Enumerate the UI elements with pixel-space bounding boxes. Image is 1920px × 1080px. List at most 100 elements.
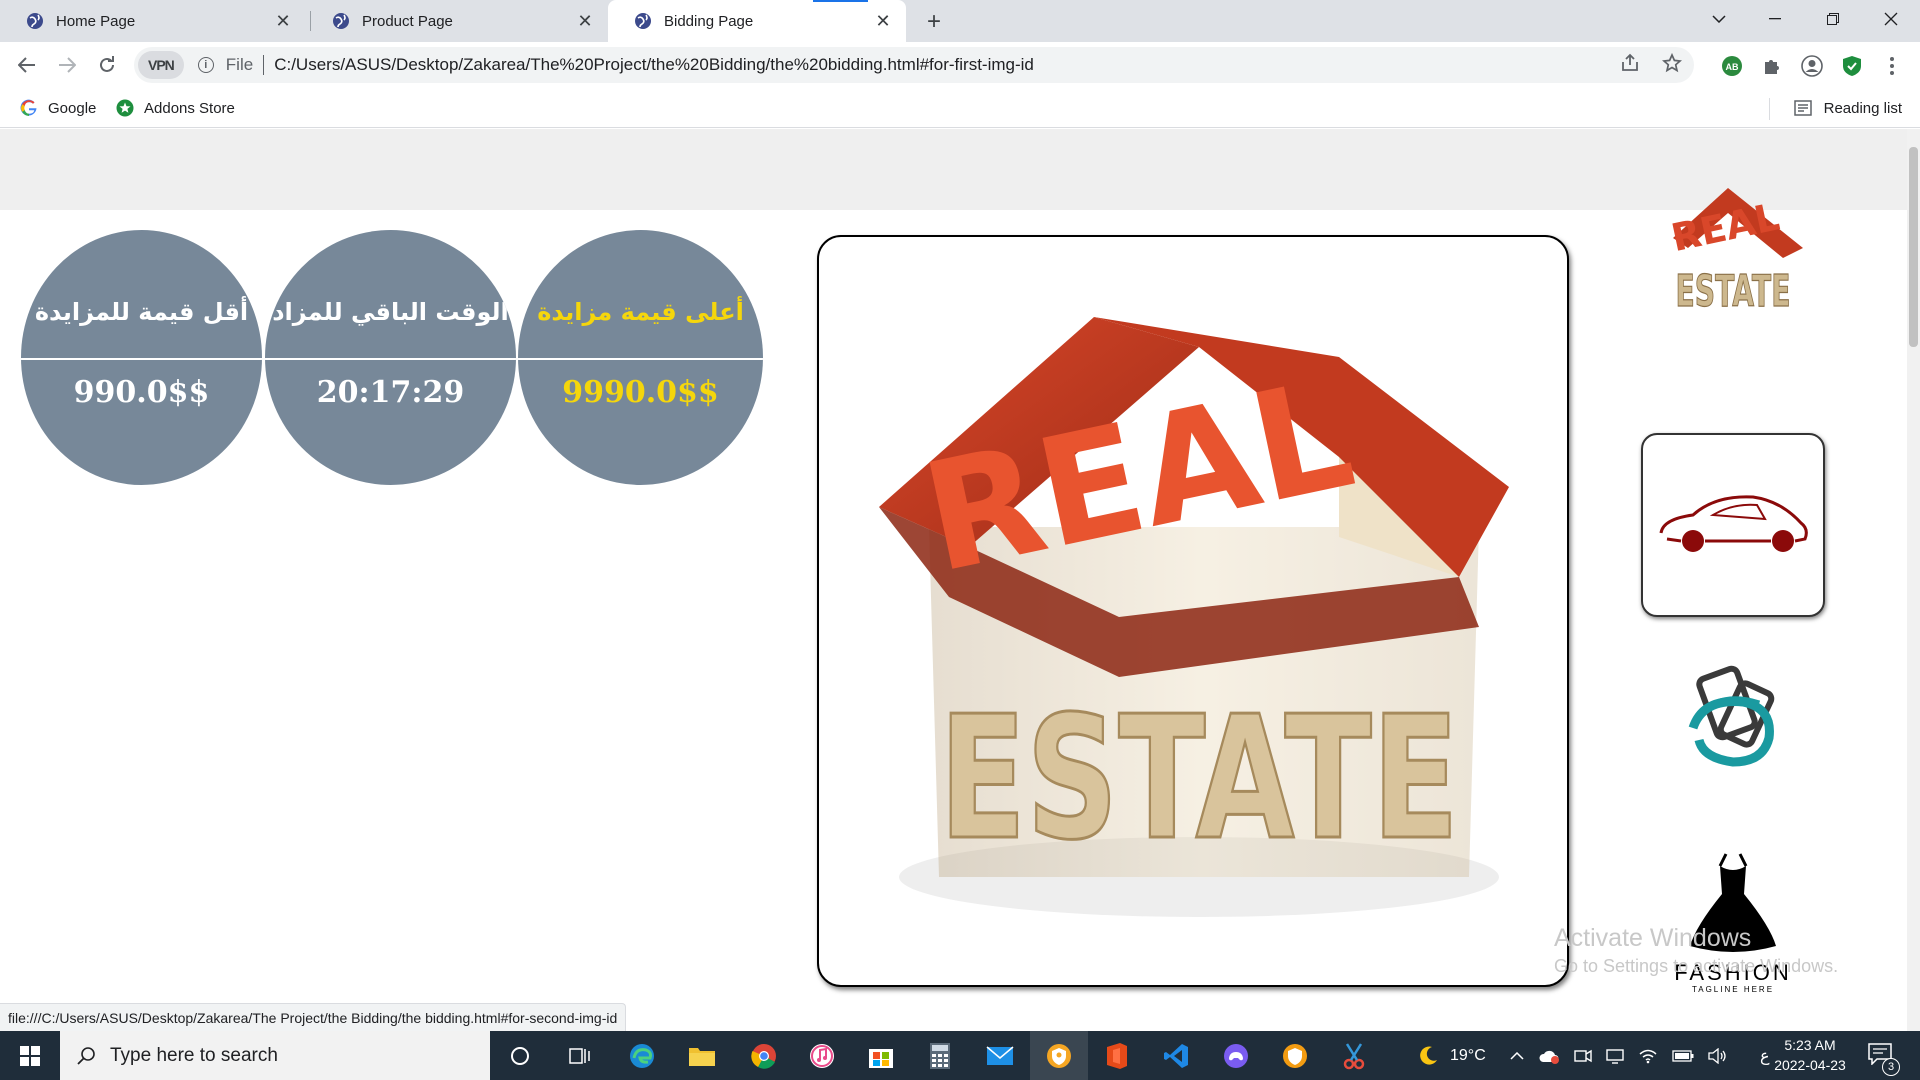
car-icon bbox=[1659, 495, 1808, 552]
edge-browser-icon[interactable] bbox=[625, 1039, 659, 1073]
circle-divider bbox=[518, 358, 763, 360]
bookmark-label: Addons Store bbox=[144, 99, 235, 117]
taskbar-clock[interactable]: 5:23 AM 2022-04-23 bbox=[1760, 1035, 1860, 1075]
reload-button[interactable] bbox=[92, 50, 122, 80]
shield-extension-icon[interactable] bbox=[1838, 52, 1866, 80]
car-thumbnail[interactable] bbox=[1641, 433, 1825, 617]
activate-windows-watermark: Activate Windows Go to Settings to activ… bbox=[1554, 924, 1838, 976]
svg-text:AB: AB bbox=[1726, 62, 1739, 72]
url-text[interactable]: C:/Users/ASUS/Desktop/Zakarea/The%20Proj… bbox=[274, 55, 1034, 75]
address-bar[interactable]: VPN i File C:/Users/ASUS/Desktop/Zakarea… bbox=[134, 47, 1694, 83]
time-remaining-circle: الوقت الباقي للمزاد 20:17:29 bbox=[265, 230, 516, 485]
info-icon[interactable]: i bbox=[197, 57, 214, 73]
taskbar-search-box[interactable]: Type here to search bbox=[60, 1031, 490, 1080]
clock-date: 2022-04-23 bbox=[1774, 1057, 1846, 1073]
forward-button[interactable] bbox=[52, 50, 82, 80]
weather-widget[interactable]: 19°C bbox=[1416, 1031, 1486, 1080]
link-status-bubble: file:///C:/Users/ASUS/Desktop/Zakarea/Th… bbox=[0, 1003, 627, 1031]
system-tray: ع bbox=[1510, 1031, 1770, 1080]
min-bid-circle: أقل قيمة للمزايدة 990.0$$ bbox=[21, 230, 262, 485]
tab-search-chevron-icon[interactable] bbox=[1696, 0, 1742, 38]
real-estate-thumbnail[interactable]: REAL ESTATE bbox=[1641, 161, 1825, 345]
minimize-button[interactable] bbox=[1752, 0, 1798, 38]
phones-icon bbox=[1688, 665, 1775, 767]
wifi-icon[interactable] bbox=[1638, 1048, 1658, 1064]
main-image-bottom-word: ESTATE bbox=[939, 680, 1459, 878]
mail-icon[interactable] bbox=[983, 1039, 1017, 1073]
scheme-label: File bbox=[225, 55, 254, 74]
search-icon bbox=[77, 1046, 95, 1065]
vscode-icon[interactable] bbox=[1159, 1039, 1193, 1073]
real-estate-house-illustration: REAL ESTATE bbox=[879, 317, 1509, 917]
back-button[interactable] bbox=[12, 50, 42, 80]
search-placeholder: Type here to search bbox=[110, 1044, 278, 1066]
thumb-bottom-word: ESTATE bbox=[1676, 266, 1791, 317]
reading-list-icon bbox=[1793, 100, 1812, 116]
display-icon[interactable] bbox=[1606, 1048, 1624, 1064]
max-bid-value: 9990.0$$ bbox=[562, 375, 719, 410]
task-view-icon[interactable] bbox=[563, 1039, 597, 1073]
battery-icon[interactable] bbox=[1672, 1049, 1694, 1062]
reading-list-label: Reading list bbox=[1823, 99, 1902, 117]
tab-bidding-page[interactable]: Bidding Page ✕ bbox=[608, 0, 906, 42]
extensions-puzzle-icon[interactable] bbox=[1758, 52, 1786, 80]
browser-shield-icon[interactable] bbox=[1042, 1039, 1076, 1073]
max-bid-label: أعلى قيمة مزايدة bbox=[537, 298, 744, 326]
itunes-icon[interactable] bbox=[805, 1039, 839, 1073]
bookmark-google[interactable]: Google bbox=[20, 88, 96, 128]
menu-kebab-icon[interactable] bbox=[1878, 52, 1906, 80]
share-icon[interactable] bbox=[1620, 53, 1640, 73]
windows-logo-icon bbox=[20, 1045, 40, 1066]
tab-product-page[interactable]: Product Page ✕ bbox=[306, 0, 608, 42]
tab-close-icon[interactable]: ✕ bbox=[576, 11, 594, 31]
start-button[interactable] bbox=[0, 1031, 60, 1080]
chrome-icon[interactable] bbox=[747, 1039, 781, 1073]
bidding-page: أقل قيمة للمزايدة 990.0$$ الوقت الباقي ل… bbox=[0, 129, 1920, 1031]
main-product-image[interactable]: REAL ESTATE bbox=[817, 235, 1569, 987]
snipping-tool-icon[interactable] bbox=[1337, 1039, 1371, 1073]
volume-icon[interactable] bbox=[1708, 1047, 1728, 1064]
url-divider bbox=[263, 55, 265, 75]
tab-close-icon[interactable]: ✕ bbox=[874, 11, 892, 31]
calculator-icon[interactable] bbox=[923, 1039, 957, 1073]
new-tab-button[interactable]: + bbox=[921, 8, 947, 35]
time-remaining-label: الوقت الباقي للمزاد bbox=[272, 298, 509, 326]
circle-divider bbox=[265, 358, 516, 360]
bookmark-star-icon[interactable] bbox=[1662, 53, 1682, 73]
file-explorer-icon[interactable] bbox=[685, 1039, 719, 1073]
globe-icon bbox=[635, 13, 651, 29]
min-bid-label: أقل قيمة للمزايدة bbox=[34, 298, 249, 326]
time-remaining-value: 20:17:29 bbox=[316, 375, 465, 410]
scrollbar-thumb[interactable] bbox=[1909, 147, 1918, 347]
office-icon[interactable] bbox=[1100, 1039, 1134, 1073]
adblock-extension-icon[interactable]: AB bbox=[1718, 52, 1746, 80]
tab-close-icon[interactable]: ✕ bbox=[274, 11, 292, 31]
secure-browser-icon[interactable] bbox=[1278, 1039, 1312, 1073]
vpn-badge[interactable]: VPN bbox=[138, 51, 184, 79]
bookmark-label: Google bbox=[48, 99, 97, 117]
microsoft-store-icon[interactable] bbox=[864, 1039, 898, 1073]
restore-button[interactable] bbox=[1810, 0, 1856, 38]
globe-icon bbox=[27, 13, 43, 29]
game-controller-icon[interactable] bbox=[1219, 1039, 1253, 1073]
close-window-button[interactable] bbox=[1868, 0, 1914, 38]
fashion-thumbnail[interactable]: FASHION TAGLINE HERE bbox=[1641, 829, 1825, 1013]
meet-now-icon[interactable] bbox=[1574, 1048, 1592, 1064]
cortana-icon[interactable] bbox=[503, 1039, 537, 1073]
reading-list-button[interactable]: Reading list bbox=[1793, 88, 1902, 128]
tab-home-page[interactable]: Home Page ✕ bbox=[0, 0, 306, 42]
cloud-sync-icon[interactable] bbox=[1538, 1048, 1560, 1064]
min-bid-value: 990.0$$ bbox=[73, 375, 210, 410]
page-header-bar bbox=[0, 129, 1907, 210]
addons-store-icon bbox=[116, 99, 134, 117]
bookmark-addons-store[interactable]: Addons Store bbox=[116, 88, 235, 128]
chevron-up-icon[interactable] bbox=[1510, 1051, 1524, 1060]
phones-thumbnail[interactable] bbox=[1641, 626, 1825, 810]
page-scrollbar[interactable] bbox=[1907, 129, 1920, 1031]
profile-avatar-icon[interactable] bbox=[1798, 52, 1826, 80]
bookmarks-divider bbox=[1769, 98, 1770, 120]
circle-divider bbox=[21, 358, 262, 360]
weather-temperature: 19°C bbox=[1450, 1046, 1486, 1064]
browser-toolbar: VPN i File C:/Users/ASUS/Desktop/Zakarea… bbox=[0, 42, 1920, 88]
tab-title: Bidding Page bbox=[664, 12, 754, 30]
